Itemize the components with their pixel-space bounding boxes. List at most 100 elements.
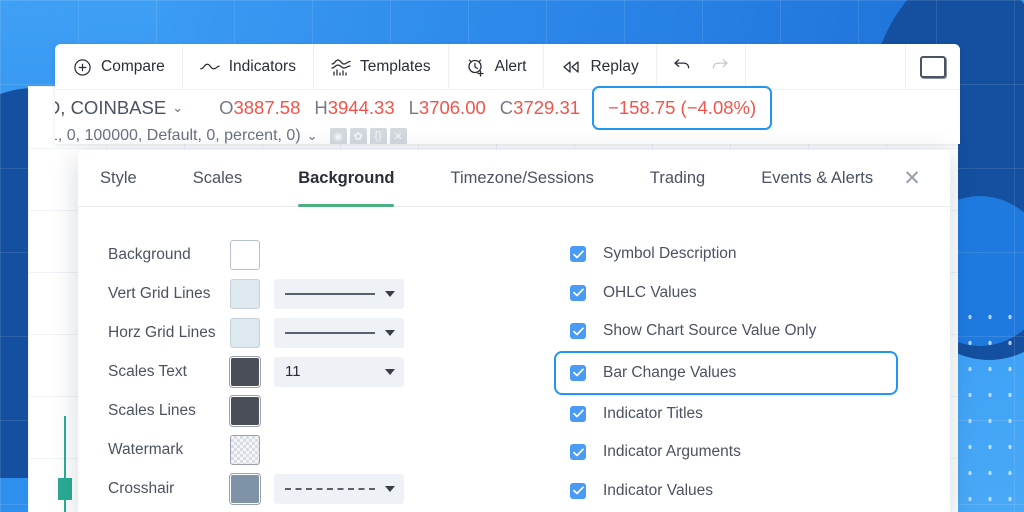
property-row-horz-grid-lines: Horz Grid Lines [108,313,498,352]
line-style-select-horz-grid[interactable] [274,317,404,348]
toolbar-label-alert: Alert [494,58,527,75]
ohlc-close: C3729.31 [499,97,581,118]
toolbar-label-indicators: Indicators [228,58,296,75]
chart-settings-dialog: Style Scales Background Timezone/Session… [78,150,950,512]
wave-line-icon [200,57,220,77]
checkbox-label-show-chart-source-value-only: Show Chart Source Value Only [603,322,817,340]
checkbox-row-indicator-titles[interactable]: Indicator Titles [558,395,950,434]
tab-label-background: Background [298,168,395,187]
chart-app-window: Compare Indicators Templates Alert Repla… [55,44,960,144]
checkbox-row-symbol-description[interactable]: Symbol Description [558,235,950,274]
tab-label-timezone-sessions: Timezone/Sessions [450,168,594,187]
checkbox-row-ohlc-values[interactable]: OHLC Values [558,274,950,313]
font-size-value: 11 [285,363,301,380]
checkbox-label-ohlc-values: OHLC Values [603,283,697,301]
redo-icon[interactable] [710,57,729,77]
rewind-icon [561,57,581,77]
toolbar-button-compare[interactable]: Compare [55,44,183,90]
color-swatch-scales-lines[interactable] [229,394,261,427]
checkbox-label-bar-change-values: Bar Change Values [603,363,737,381]
ohlc-low: L3706.00 [408,97,486,118]
tab-label-style: Style [100,168,137,187]
chevron-down-icon [385,329,395,336]
undo-redo-group [657,44,746,89]
toolbar-right-control[interactable] [906,44,960,89]
display-options-column: Symbol Description OHLC Values Show Char… [498,235,950,510]
gear-icon[interactable]: ✿ [349,127,367,144]
checkbox-row-indicator-arguments[interactable]: Indicator Arguments [558,433,950,472]
undo-icon[interactable] [673,57,692,77]
property-row-scales-text: Scales Text 11 [108,352,498,391]
toolbar-button-indicators[interactable]: Indicators [183,44,314,90]
checkbox-icon[interactable] [570,364,586,381]
alarm-clock-plus-icon [466,57,486,77]
candle-green [58,416,72,512]
dialog-content: Background Vert Grid Lines Horz Grid Lin… [78,207,950,510]
color-swatch-horz-grid-lines[interactable] [230,317,260,348]
toolbar-button-templates[interactable]: Templates [314,44,449,90]
symbol-title[interactable]: llar, D, COINBASE [55,97,166,119]
checkbox-icon[interactable] [570,323,586,340]
checkbox-row-indicator-values[interactable]: Indicator Values [558,472,950,511]
legend-indicator-row: , 0.75, 1, 0, 100000, Default, 0, percen… [55,124,960,144]
property-row-scales-lines: Scales Lines [108,391,498,430]
checkbox-icon[interactable] [570,246,586,263]
line-preview-dashed [285,487,375,490]
toolbar-button-replay[interactable]: Replay [544,44,657,90]
property-row-vert-grid-lines: Vert Grid Lines [108,274,498,313]
dialog-tab-bar: Style Scales Background Timezone/Session… [78,150,950,207]
close-icon[interactable]: ✕ [389,127,407,144]
property-row-background: Background [108,235,498,274]
tab-events-alerts[interactable]: Events & Alerts [761,150,873,207]
background-properties-column: Background Vert Grid Lines Horz Grid Lin… [78,235,498,510]
tab-style[interactable]: Style [100,150,137,207]
close-icon[interactable]: ✕ [900,168,924,192]
toolbar-button-alert[interactable]: Alert [449,44,545,90]
color-swatch-vert-grid-lines[interactable] [230,278,260,309]
toolbar-label-templates: Templates [359,58,431,75]
checkbox-label-indicator-arguments: Indicator Arguments [603,443,741,461]
layout-box-icon [920,55,946,78]
chevron-down-icon [385,485,395,492]
chart-toolbar: Compare Indicators Templates Alert Repla… [55,44,960,90]
property-label-scales-lines: Scales Lines [108,401,196,419]
toolbar-label-compare: Compare [101,58,165,75]
line-preview-solid [285,331,375,334]
property-row-crosshair: Crosshair [108,469,498,508]
indicator-chevron-down-icon[interactable]: ⌄ [307,128,318,144]
checkbox-icon[interactable] [570,482,586,499]
ohlc-values: O3887.58 H3944.33 L3706.00 C3729.31 [219,97,580,119]
tab-scales[interactable]: Scales [193,150,243,207]
line-preview-solid [285,292,375,295]
line-style-select-vert-grid[interactable] [274,278,404,309]
color-swatch-scales-text[interactable] [229,355,261,388]
tab-trading[interactable]: Trading [650,150,705,207]
chevron-down-icon [385,368,395,375]
chevron-down-icon[interactable]: ⌄ [172,100,183,116]
checkbox-row-bar-change-values[interactable]: Bar Change Values [554,350,898,395]
checkbox-icon[interactable] [570,405,586,422]
color-swatch-crosshair[interactable] [229,472,261,505]
font-size-select[interactable]: 11 [274,356,404,387]
tab-timezone-sessions[interactable]: Timezone/Sessions [450,150,593,207]
color-swatch-background[interactable] [230,239,260,270]
line-style-select-crosshair[interactable] [274,473,404,504]
source-code-icon[interactable]: {} [369,127,387,144]
bar-change-values-badge: −158.75 (−4.08%) [592,86,773,130]
property-row-watermark: Watermark [108,430,498,469]
legend-symbol-row: llar, D, COINBASE ⌄ O3887.58 H3944.33 L3… [55,86,960,130]
property-label-watermark: Watermark [108,440,184,458]
tab-background[interactable]: Background [298,150,395,207]
indicator-arguments-text: , 0.75, 1, 0, 100000, Default, 0, percen… [55,127,301,144]
property-label-scales-text: Scales Text [108,362,187,380]
ohlc-open: O3887.58 [219,97,301,118]
color-swatch-watermark[interactable] [230,434,260,465]
tab-label-events-alerts: Events & Alerts [761,168,874,187]
checkbox-icon[interactable] [570,444,586,461]
checkbox-row-show-chart-source-value-only[interactable]: Show Chart Source Value Only [558,312,950,351]
property-label-vert-grid-lines: Vert Grid Lines [108,284,211,302]
checkbox-icon[interactable] [570,284,586,301]
tab-label-trading: Trading [649,168,706,187]
ohlc-high: H3944.33 [314,97,395,118]
eye-icon[interactable]: ◉ [329,127,347,144]
